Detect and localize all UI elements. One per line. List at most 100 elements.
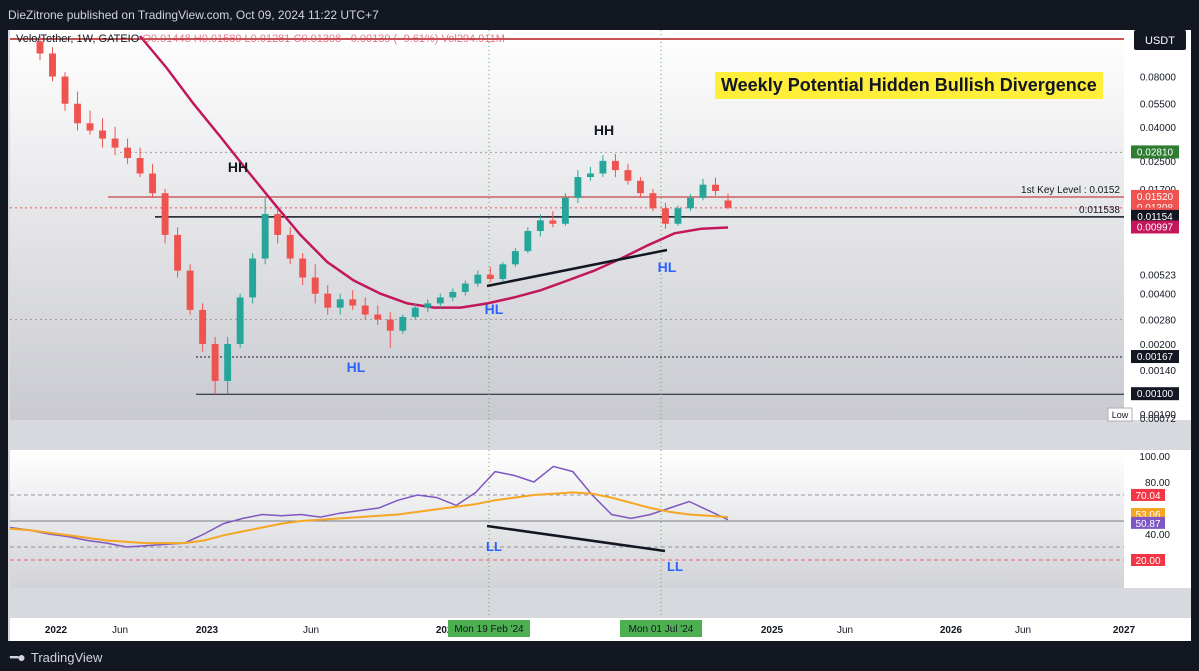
- legend-low: 0.01281: [250, 33, 291, 45]
- level-label: 1st Key Level : 0.0152: [1021, 185, 1120, 196]
- candle-body: [486, 274, 494, 279]
- candle-body: [149, 173, 157, 194]
- candle-body: [474, 274, 482, 284]
- candle-body: [511, 251, 519, 265]
- legend-volume-label: Vol: [441, 33, 457, 45]
- candle-body: [636, 180, 644, 194]
- price-label-text: 0.00997: [1137, 223, 1174, 234]
- candle-body: [411, 307, 419, 318]
- time-tick-label: Jun: [112, 625, 128, 636]
- candle-body: [586, 173, 594, 178]
- candle: [186, 264, 194, 315]
- price-label-text: 0.02810: [1137, 147, 1174, 158]
- candle-body: [724, 200, 732, 208]
- rsi-value-label: 70.04: [1135, 491, 1160, 502]
- candle-body: [536, 220, 544, 232]
- candle-body: [324, 293, 332, 308]
- time-tick-label: 2027: [1113, 625, 1136, 636]
- candle-body: [687, 197, 694, 209]
- time-tick-label: 2023: [196, 625, 219, 636]
- legend-symbol: Velo/Tether, 1W, GATEIO: [16, 33, 140, 45]
- time-tick-label: 2025: [761, 625, 784, 636]
- candle-body: [224, 343, 232, 381]
- pattern-label: HH: [228, 159, 248, 175]
- candle-body: [361, 305, 369, 315]
- low-label: Low: [1112, 410, 1129, 420]
- annotation-title: Weekly Potential Hidden Bullish Divergen…: [715, 72, 1103, 99]
- time-axis[interactable]: [10, 618, 1191, 641]
- candle-body: [161, 193, 169, 235]
- candle-body: [174, 234, 182, 271]
- rsi-tick-label: 40.00: [1145, 530, 1170, 541]
- price-label-text: 0.00100: [1137, 389, 1174, 400]
- rsi-label: LL: [667, 559, 683, 574]
- legend-open-label: O: [142, 33, 151, 45]
- candle-body: [186, 270, 194, 310]
- time-tick-label: Jun: [303, 625, 319, 636]
- candle-body: [561, 197, 569, 224]
- candle-body: [674, 208, 682, 224]
- candle-body: [436, 297, 444, 304]
- candle-body: [74, 103, 81, 124]
- price-tick-label: 0.05500: [1140, 100, 1177, 111]
- candle-body: [549, 220, 557, 224]
- footer: ━● TradingView: [0, 641, 1199, 671]
- candle: [236, 293, 244, 348]
- candle-body: [349, 299, 357, 306]
- time-tick-label: Jun: [837, 625, 853, 636]
- pane-separator: [10, 422, 1191, 450]
- candle-body: [499, 264, 507, 279]
- candle-body: [211, 343, 219, 381]
- price-tick-label: 0.04000: [1140, 123, 1177, 134]
- candle-body: [662, 208, 669, 224]
- candle-body: [424, 303, 432, 308]
- low-value: 0.00100: [1140, 410, 1177, 421]
- time-tick-label: 2022: [45, 625, 68, 636]
- pattern-label: HL: [658, 259, 677, 275]
- candle-body: [49, 53, 56, 77]
- candle-body: [299, 258, 307, 278]
- date-marker-label: Mon 01 Jul '24: [629, 624, 694, 635]
- candle-body: [449, 291, 457, 298]
- price-tick-label: 0.02500: [1140, 157, 1177, 168]
- candle-body: [624, 170, 632, 181]
- candle-body: [649, 193, 657, 209]
- legend-low-label: L: [244, 33, 251, 45]
- candle-body: [111, 138, 119, 148]
- legend-change: −0.00139 (−9.61%): [344, 33, 439, 45]
- candle-body: [461, 283, 469, 292]
- price-tick-label: 0.00200: [1140, 340, 1177, 351]
- candle-body: [712, 184, 719, 191]
- rsi-value-label: 20.00: [1135, 556, 1160, 567]
- candle-body: [699, 184, 707, 198]
- rsi-tick-label: 80.00: [1145, 478, 1170, 489]
- candle: [674, 205, 682, 226]
- rsi-tick-label: 100.00: [1139, 452, 1170, 463]
- candle: [249, 253, 257, 304]
- tradingview-brand[interactable]: ━● TradingView: [10, 649, 102, 666]
- level-label: 0.011538: [1079, 205, 1120, 216]
- chart-canvas[interactable]: 1st Key Level : 0.01520.011538HHHHHLHLHL…: [0, 0, 1199, 671]
- legend-high: 0.01589: [201, 33, 242, 45]
- candle-body: [124, 147, 132, 159]
- price-label-text: 0.00167: [1137, 352, 1174, 363]
- candle-body: [86, 123, 94, 131]
- legend-high-label: H: [193, 33, 202, 45]
- legend-open: 0.01448: [150, 33, 191, 45]
- pattern-label: HL: [485, 301, 504, 317]
- tradingview-logo-icon: ━●: [10, 649, 26, 665]
- candle-body: [61, 76, 69, 104]
- rsi-label: LL: [486, 539, 502, 554]
- candle-body: [136, 158, 144, 174]
- candle-body: [386, 319, 394, 331]
- currency-label: USDT: [1145, 35, 1175, 47]
- candle-body: [599, 160, 607, 174]
- time-tick-label: 2026: [940, 625, 963, 636]
- candle: [524, 227, 532, 254]
- price-tick-label: 0.08000: [1140, 73, 1177, 84]
- pattern-label: HL: [347, 359, 366, 375]
- pattern-label: HH: [594, 122, 614, 138]
- price-tick-label: 0.00140: [1140, 366, 1177, 377]
- candle-body: [336, 299, 344, 308]
- candle-body: [249, 258, 257, 298]
